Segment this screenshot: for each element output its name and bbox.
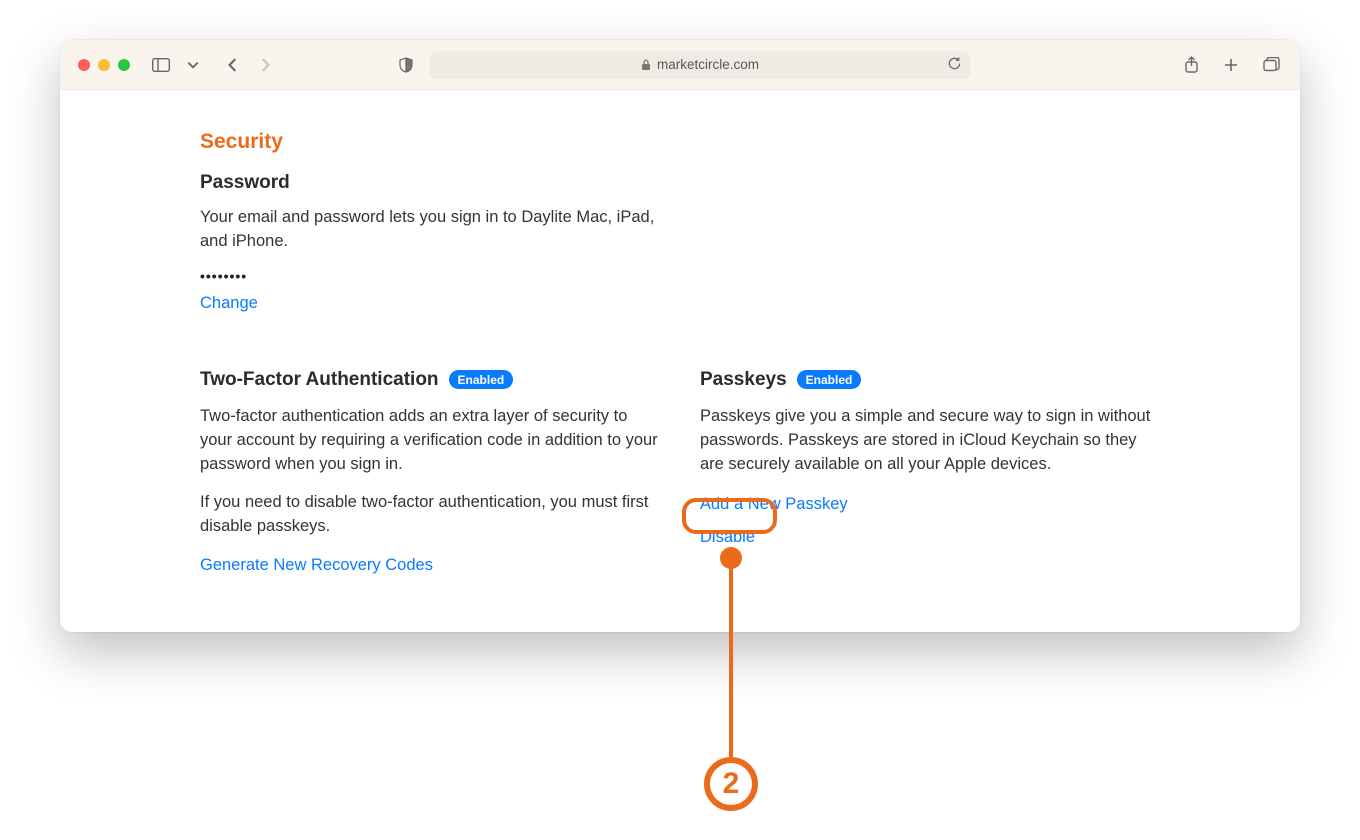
url-text: marketcircle.com: [657, 57, 759, 72]
tabs-overview-icon[interactable]: [1258, 53, 1284, 77]
minimize-window-button[interactable]: [98, 59, 110, 71]
chevron-down-icon[interactable]: [180, 53, 206, 77]
tfa-desc-1: Two-factor authentication adds an extra …: [200, 405, 660, 477]
back-button[interactable]: [220, 53, 246, 77]
section-title-security: Security: [200, 130, 1160, 154]
nav-controls: [220, 53, 278, 77]
browser-toolbar: marketcircle.com: [60, 40, 1300, 90]
sidebar-toggle-icon[interactable]: [148, 53, 174, 77]
add-passkey-link[interactable]: Add a New Passkey: [700, 495, 848, 514]
new-tab-icon[interactable]: [1218, 53, 1244, 77]
disable-passkeys-link[interactable]: Disable: [700, 528, 755, 547]
address-bar[interactable]: marketcircle.com: [430, 51, 970, 79]
share-icon[interactable]: [1178, 53, 1204, 77]
tfa-heading: Two-Factor Authentication: [200, 369, 439, 391]
passkeys-section: Passkeys Enabled Passkeys give you a sim…: [700, 369, 1160, 576]
toolbar-right: [1178, 53, 1284, 77]
zoom-window-button[interactable]: [118, 59, 130, 71]
generate-recovery-codes-link[interactable]: Generate New Recovery Codes: [200, 556, 433, 575]
privacy-shield-icon[interactable]: [393, 53, 419, 77]
page-content: Security Password Your email and passwor…: [60, 90, 1300, 632]
tfa-desc-2: If you need to disable two-factor authen…: [200, 491, 660, 539]
password-heading: Password: [200, 172, 1160, 194]
window-controls: [78, 59, 130, 71]
tfa-enabled-badge: Enabled: [449, 370, 514, 389]
annotation-step-number: 2: [723, 767, 740, 801]
change-password-link[interactable]: Change: [200, 294, 258, 313]
browser-window: marketcircle.com: [60, 40, 1300, 632]
password-description: Your email and password lets you sign in…: [200, 206, 670, 254]
close-window-button[interactable]: [78, 59, 90, 71]
passkeys-desc: Passkeys give you a simple and secure wa…: [700, 405, 1160, 477]
tfa-section: Two-Factor Authentication Enabled Two-fa…: [200, 369, 660, 576]
password-masked: ••••••••: [200, 268, 1160, 284]
forward-button[interactable]: [252, 53, 278, 77]
annotation-step-badge: 2: [704, 757, 758, 811]
passkeys-enabled-badge: Enabled: [797, 370, 862, 389]
lock-icon: [641, 59, 651, 71]
sidebar-controls: [148, 53, 206, 77]
passkeys-heading: Passkeys: [700, 369, 787, 391]
reload-icon[interactable]: [947, 56, 962, 74]
